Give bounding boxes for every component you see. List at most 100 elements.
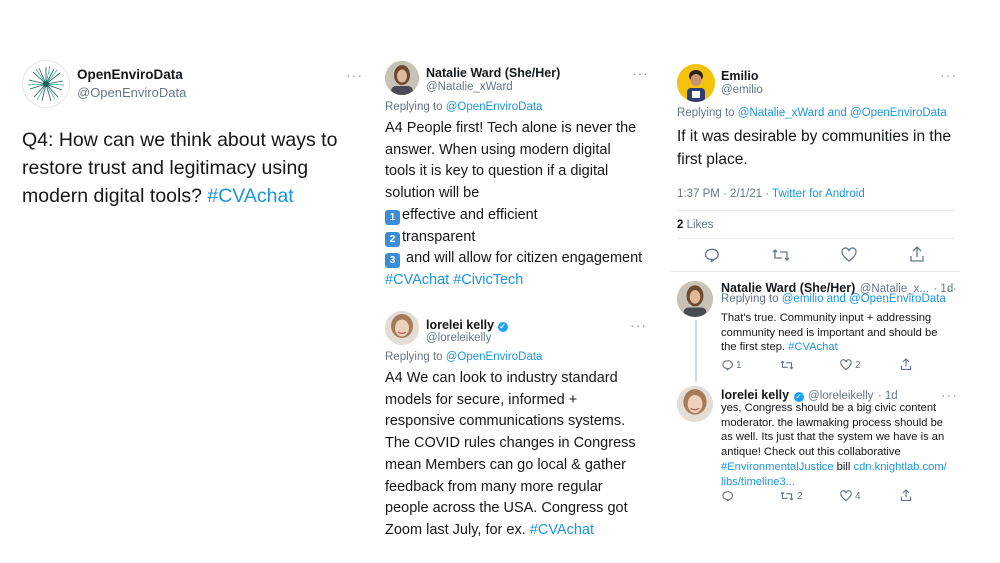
tweet-text: A4 We can look to industry standard mode… — [385, 368, 655, 542]
avatar[interactable] — [22, 60, 70, 108]
avatar[interactable] — [385, 311, 419, 345]
text-line: Zoom last July, for ex. #CVAchat — [385, 520, 655, 542]
url-link-continued[interactable]: libs/timeline3... — [721, 475, 966, 490]
hashtag-link[interactable]: #CVAchat — [207, 185, 293, 207]
reply-button[interactable]: 1 — [721, 359, 742, 371]
reply-icon — [722, 360, 733, 371]
likes-stat[interactable]: 2 Likes — [677, 219, 713, 231]
text-line: first place. — [677, 151, 748, 168]
retweet-button[interactable] — [780, 359, 794, 371]
avatar[interactable] — [677, 281, 713, 317]
mention-link[interactable]: @emilio and @OpenEnviroData — [782, 293, 946, 305]
verified-badge-icon: ✓ — [497, 322, 508, 332]
text-line-content: Zoom last July, for ex. — [385, 521, 526, 538]
retweet-count: 2 — [797, 490, 803, 502]
mention-link[interactable]: @OpenEnviroData — [446, 101, 543, 113]
more-options-icon[interactable]: ··· — [941, 281, 958, 295]
share-button[interactable] — [900, 358, 912, 371]
replying-to: Replying to @OpenEnviroData — [385, 351, 542, 363]
source-link[interactable]: Twitter for Android — [772, 188, 865, 200]
heart-icon — [840, 490, 852, 502]
mention-link[interactable]: @Natalie_xWard and @OpenEnviroData — [738, 107, 947, 119]
retweet-icon — [780, 491, 794, 501]
divider — [677, 238, 955, 239]
list-item: 1 effective and efficient — [385, 205, 655, 227]
more-options-icon[interactable]: ··· — [346, 68, 363, 82]
share-icon — [910, 246, 924, 262]
share-button[interactable] — [900, 489, 912, 502]
retweet-button[interactable]: 2 — [780, 490, 803, 502]
replying-to: Replying to @OpenEnviroData — [385, 101, 542, 113]
like-button[interactable]: 4 — [840, 490, 861, 502]
more-options-icon[interactable]: ··· — [941, 388, 958, 402]
text-line: people across the USA. Congress got — [385, 500, 628, 517]
mention-link[interactable]: @OpenEnviroData — [446, 351, 543, 363]
text-line: as well. Its just that the system we hav… — [721, 431, 945, 444]
hashtag-link[interactable]: #CVAchat — [788, 341, 838, 353]
avatar[interactable] — [677, 386, 713, 422]
more-options-icon[interactable]: ··· — [630, 318, 647, 332]
heart-icon — [840, 359, 852, 371]
hashtag-links[interactable]: #CVAchat #CivicTech — [385, 270, 655, 292]
author-name-text[interactable]: lorelei kelly — [426, 318, 494, 332]
author-name[interactable]: OpenEnviroData — [77, 67, 183, 82]
text-line: yes, Congress should be a big civic cont… — [721, 402, 937, 414]
text-line-content: the first step. — [721, 341, 786, 354]
author-handle[interactable]: @Natalie_xWard — [426, 81, 513, 93]
keycap-three-icon: 3 — [385, 253, 400, 269]
thread-line — [695, 320, 697, 382]
list-item: 2 transparent — [385, 227, 655, 249]
text-line: community need is important and should b… — [721, 326, 938, 339]
share-button[interactable] — [909, 246, 925, 263]
avatar[interactable] — [385, 61, 419, 95]
divider — [670, 271, 960, 272]
tweet-text: That's true. Community input + addressin… — [721, 311, 961, 355]
tweet-meta: 1:37 PM · 2/1/21 · Twitter for Android — [677, 188, 865, 200]
likes-label: Likes — [686, 219, 714, 231]
author-name[interactable]: Natalie Ward (She/Her) — [426, 66, 560, 80]
hashtag-link[interactable]: #CVAchat — [530, 522, 594, 538]
text-line: responsive communications systems. — [385, 413, 626, 430]
url-link[interactable]: cdn.knightlab.com/ — [853, 461, 946, 473]
text-line-content: bill — [833, 460, 854, 473]
author-name: lorelei kelly ✓ — [426, 318, 508, 332]
keycap-two-icon: 2 — [385, 231, 400, 247]
list-item-text: effective and efficient — [402, 206, 538, 223]
text-line: The COVID rules changes in Congress — [385, 435, 636, 452]
text-line: If it was desirable by communities in th… — [677, 128, 951, 145]
share-icon — [900, 358, 912, 370]
likes-count: 2 — [677, 219, 684, 231]
text-line: answer. When using modern digital — [385, 141, 611, 158]
hashtag-link[interactable]: #EnvironmentalJustice — [721, 461, 834, 473]
like-button[interactable]: 2 — [840, 359, 861, 371]
author-handle[interactable]: @OpenEnviroData — [77, 85, 186, 100]
person-photo-icon — [677, 281, 713, 317]
reply-button[interactable] — [721, 490, 733, 502]
text-line: A4 We can look to industry standard — [385, 370, 618, 386]
text-line: tools it is key to question if a digital — [385, 163, 609, 180]
timestamp[interactable]: 1:37 PM · 2/1/21 · — [677, 188, 769, 200]
author-handle[interactable]: @loreleikelly — [426, 332, 491, 344]
author-name[interactable]: Emilio — [721, 69, 759, 83]
tweet-text: Q4: How can we think about ways to resto… — [22, 126, 352, 210]
tweet-text: If it was desirable by communities in th… — [677, 125, 967, 171]
like-button[interactable] — [841, 247, 857, 263]
more-options-icon[interactable]: ··· — [632, 66, 649, 80]
text-line: moderator. the lawmaking process should … — [721, 416, 944, 429]
tweet-text: yes, Congress should be a big civic cont… — [721, 401, 966, 489]
keycap-one-icon: 1 — [385, 209, 400, 225]
author-name[interactable]: lorelei kelly — [721, 388, 789, 402]
avatar[interactable] — [677, 64, 715, 102]
share-icon — [900, 489, 912, 501]
retweet-button[interactable] — [772, 247, 790, 263]
person-photo-icon — [677, 386, 713, 422]
author-handle[interactable]: @emilio — [721, 84, 763, 96]
person-photo-icon — [385, 61, 419, 95]
divider — [677, 210, 955, 211]
retweet-icon — [780, 360, 794, 370]
more-options-icon[interactable]: ··· — [940, 68, 957, 82]
replying-to-label: Replying to — [721, 293, 779, 305]
text-line: A4 People first! Tech alone is never the — [385, 120, 637, 136]
text-line: solution will be — [385, 185, 480, 202]
reply-button[interactable] — [703, 247, 719, 263]
